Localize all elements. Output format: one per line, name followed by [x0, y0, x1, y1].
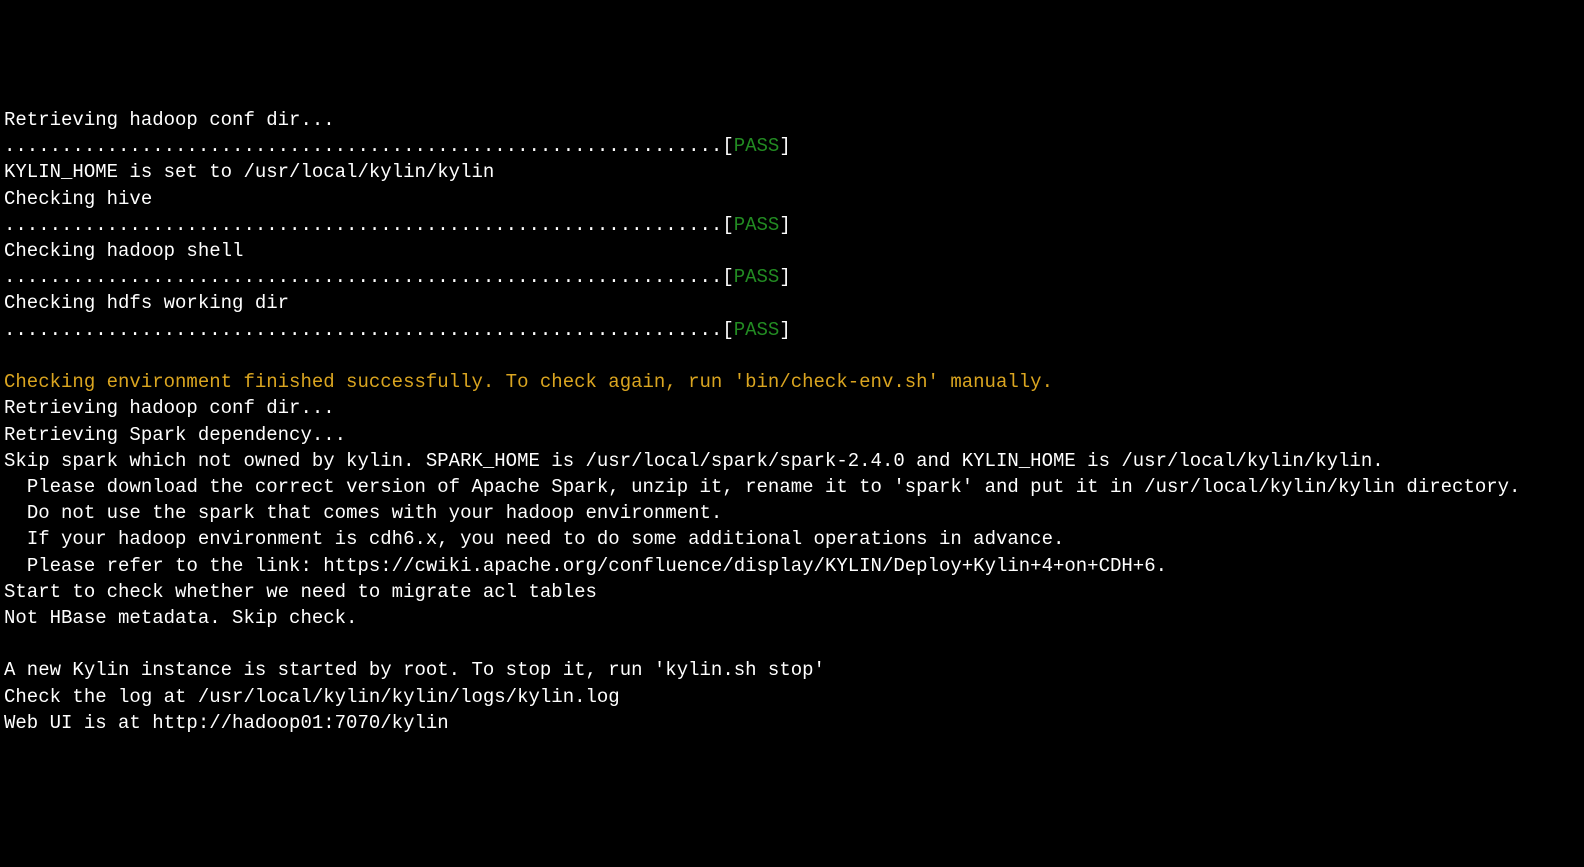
- terminal-line: Checking hdfs working dir: [4, 290, 1580, 316]
- terminal-blank-line: [4, 631, 1580, 657]
- terminal-line: ........................................…: [4, 212, 1580, 238]
- terminal-line: ........................................…: [4, 317, 1580, 343]
- pass-status: PASS: [734, 214, 780, 236]
- bracket: ]: [779, 319, 790, 341]
- terminal-line: Check the log at /usr/local/kylin/kylin/…: [4, 684, 1580, 710]
- terminal-line: A new Kylin instance is started by root.…: [4, 657, 1580, 683]
- pass-status: PASS: [734, 135, 780, 157]
- terminal-line: Please refer to the link: https://cwiki.…: [4, 553, 1580, 579]
- bracket: ]: [779, 135, 790, 157]
- terminal-line: Skip spark which not owned by kylin. SPA…: [4, 448, 1580, 474]
- pass-status: PASS: [734, 319, 780, 341]
- terminal-line: Please download the correct version of A…: [4, 474, 1580, 500]
- terminal-line: Retrieving Spark dependency...: [4, 422, 1580, 448]
- progress-dots: ........................................…: [4, 266, 734, 288]
- terminal-line: KYLIN_HOME is set to /usr/local/kylin/ky…: [4, 159, 1580, 185]
- terminal-line: ........................................…: [4, 133, 1580, 159]
- terminal-line: Retrieving hadoop conf dir...: [4, 107, 1580, 133]
- terminal-line: Web UI is at http://hadoop01:7070/kylin: [4, 710, 1580, 736]
- terminal-line: Start to check whether we need to migrat…: [4, 579, 1580, 605]
- terminal-line: If your hadoop environment is cdh6.x, yo…: [4, 526, 1580, 552]
- terminal-line: Do not use the spark that comes with you…: [4, 500, 1580, 526]
- pass-status: PASS: [734, 266, 780, 288]
- bracket: ]: [779, 266, 790, 288]
- progress-dots: ........................................…: [4, 319, 734, 341]
- success-message: Checking environment finished successful…: [4, 369, 1580, 395]
- terminal-line: Not HBase metadata. Skip check.: [4, 605, 1580, 631]
- terminal-blank-line: [4, 343, 1580, 369]
- progress-dots: ........................................…: [4, 135, 734, 157]
- terminal-line: Checking hive: [4, 186, 1580, 212]
- terminal-line: ........................................…: [4, 264, 1580, 290]
- progress-dots: ........................................…: [4, 214, 734, 236]
- terminal-line: Retrieving hadoop conf dir...: [4, 395, 1580, 421]
- bracket: ]: [779, 214, 790, 236]
- terminal-line: Checking hadoop shell: [4, 238, 1580, 264]
